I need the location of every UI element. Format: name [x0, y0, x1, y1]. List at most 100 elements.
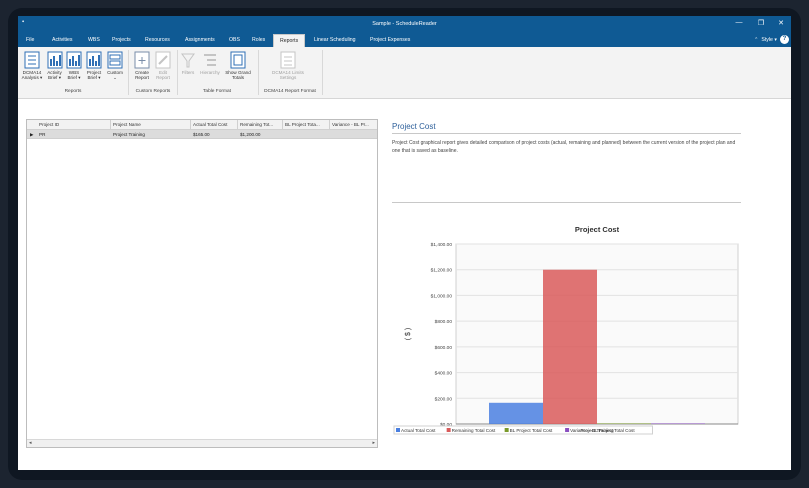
create-report-button[interactable]: Create Report	[132, 51, 152, 80]
row-expander-icon[interactable]: ▶	[30, 132, 38, 138]
minimize-button[interactable]: —	[733, 19, 745, 26]
tab-activities[interactable]: Activities	[52, 37, 72, 43]
legend-label: Actual Total Cost	[401, 428, 436, 433]
style-menu[interactable]: ⌃ Style ▾	[754, 37, 777, 43]
grand-totals-icon	[230, 51, 246, 69]
show-grand-totals-label: Show Grand Totals	[225, 70, 251, 80]
y-tick-label: $200.00	[435, 396, 453, 402]
tab-assignments[interactable]: Assignments	[185, 37, 215, 43]
group-separator	[258, 50, 259, 95]
table-row[interactable]: ▶ PR Project Training $165.00 $1,200.00	[27, 130, 377, 139]
project-brief-button[interactable]: Project Brief ▾	[85, 51, 103, 80]
bar-report-icon	[66, 51, 82, 69]
hierarchy-button[interactable]: Hierarchy	[199, 51, 221, 75]
dcma14-analysis-label: DCMA14 Analysis	[21, 70, 42, 80]
horizontal-scrollbar[interactable]: ◂ ▸	[27, 439, 377, 447]
custom-label: Custom	[107, 70, 123, 75]
tab-file[interactable]: File	[26, 37, 34, 43]
edit-report-label: Edit Report	[156, 70, 170, 80]
custom-report-icon	[107, 51, 123, 69]
y-tick-label: $800.00	[435, 319, 453, 325]
custom-button[interactable]: Custom ⌄	[105, 51, 125, 80]
chart-title: Project Cost	[575, 225, 620, 234]
legend-swatch	[504, 428, 509, 432]
description-divider	[392, 202, 741, 203]
filter-icon	[181, 53, 195, 68]
y-tick-label: $1,400.00	[431, 242, 453, 248]
bar-actual-total-cost	[489, 402, 543, 424]
column-header-bl-project-total-cost[interactable]: BL Project Tota...	[285, 122, 329, 127]
menu-bar: File Activities WBS Projects Resources A…	[18, 33, 791, 47]
report-grid: Project ID Project Name Actual Total Cos…	[26, 119, 378, 448]
cell-project-name: Project Training	[113, 132, 145, 137]
create-report-label: Create Report	[135, 70, 149, 80]
tab-wbs[interactable]: WBS	[88, 37, 100, 43]
group-separator	[128, 50, 129, 95]
legend-swatch	[565, 428, 570, 432]
create-report-icon	[134, 51, 150, 69]
legend-label: Remaining Total Cost	[452, 428, 496, 433]
ribbon: DCMA14 Analysis ▾ Activity Brief ▾ WBS B…	[18, 47, 791, 99]
window-title: Sample - ScheduleReader	[372, 21, 437, 27]
group-separator	[322, 50, 323, 95]
wbs-brief-button[interactable]: WBS Brief ▾	[65, 51, 83, 80]
activity-brief-label: Activity Brief	[47, 70, 62, 80]
collapse-ribbon-icon[interactable]: ⌃	[754, 37, 758, 43]
dcma14-analysis-button[interactable]: DCMA14 Analysis ▾	[21, 51, 43, 80]
y-tick-label: $0.00	[440, 422, 452, 428]
tab-reports[interactable]: Reports	[273, 34, 306, 47]
cell-actual-total-cost: $165.00	[193, 132, 210, 137]
y-tick-label: $600.00	[435, 345, 453, 351]
tab-resources[interactable]: Resources	[145, 37, 170, 43]
y-tick-label: $1,000.00	[431, 293, 453, 299]
limits-settings-icon	[280, 51, 296, 69]
project-cost-chart: Project Cost $0.00 $200.00 $400.00 $600.00 $8…	[393, 225, 739, 435]
bar-report-icon	[47, 51, 62, 69]
show-grand-totals-button[interactable]: Show Grand Totals	[223, 51, 253, 80]
y-tick-label: $1,200.00	[431, 268, 453, 274]
cell-project-id: PR	[39, 132, 46, 137]
filters-label: Filters	[181, 70, 195, 75]
y-tick-label: $400.00	[435, 371, 453, 377]
group-label-custom-reports: Custom Reports	[135, 89, 171, 94]
title-divider	[392, 133, 741, 134]
cell-remaining-total-cost: $1,200.00	[240, 132, 261, 137]
dcma14-limits-settings-button[interactable]: DCMA14 Limits Settings	[268, 51, 308, 80]
y-axis-label: ( $ )	[405, 328, 412, 340]
hierarchy-icon	[204, 54, 216, 66]
activity-brief-button[interactable]: Activity Brief ▾	[45, 51, 64, 80]
tab-projects[interactable]: Projects	[112, 37, 131, 43]
edit-report-button[interactable]: Edit Report	[153, 51, 173, 80]
column-header-remaining-total-cost[interactable]: Remaining Tot...	[240, 122, 282, 127]
column-header-variance-bl[interactable]: Variance - BL Pr...	[332, 122, 376, 127]
app-window: ⬩ Sample - ScheduleReader — ❐ ✕ File Act…	[18, 16, 791, 470]
tab-roles[interactable]: Roles	[252, 37, 265, 43]
report-title: Project Cost	[392, 122, 436, 131]
legend-label: BL Project Total Cost	[510, 428, 553, 433]
tab-project-expenses[interactable]: Project Expenses	[370, 37, 410, 43]
dcma14-limits-settings-label: DCMA14 Limits Settings	[272, 70, 304, 80]
legend-swatch	[446, 428, 451, 432]
bar-variance-bl-project-total-cost	[651, 423, 705, 424]
bar-bl-project-total-cost	[597, 423, 651, 424]
project-brief-label: Project Brief	[86, 70, 102, 80]
scroll-right-icon[interactable]: ▸	[372, 440, 375, 446]
style-label: Style	[761, 37, 773, 43]
wbs-brief-label: WBS Brief	[67, 70, 80, 80]
tab-linear-scheduling[interactable]: Linear Scheduling	[314, 37, 356, 43]
help-icon[interactable]: ?	[780, 35, 789, 44]
title-bar: ⬩ Sample - ScheduleReader — ❐ ✕	[18, 16, 791, 33]
column-header-project-id[interactable]: Project ID	[39, 122, 109, 127]
group-label-dcma14-report-format: DCMA14 Report Format	[264, 89, 316, 94]
filters-button[interactable]: Filters	[179, 51, 197, 75]
grid-header: Project ID Project Name Actual Total Cos…	[27, 120, 377, 130]
maximize-button[interactable]: ❐	[755, 19, 767, 27]
tab-obs[interactable]: OBS	[229, 37, 240, 43]
edit-report-icon	[155, 51, 171, 69]
hierarchy-label: Hierarchy	[200, 70, 220, 75]
close-button[interactable]: ✕	[775, 19, 787, 27]
report-description: Project Cost graphical report gives deta…	[392, 140, 736, 154]
scroll-left-icon[interactable]: ◂	[29, 440, 32, 446]
column-header-project-name[interactable]: Project Name	[113, 122, 189, 127]
column-header-actual-total-cost[interactable]: Actual Total Cost	[193, 122, 237, 127]
